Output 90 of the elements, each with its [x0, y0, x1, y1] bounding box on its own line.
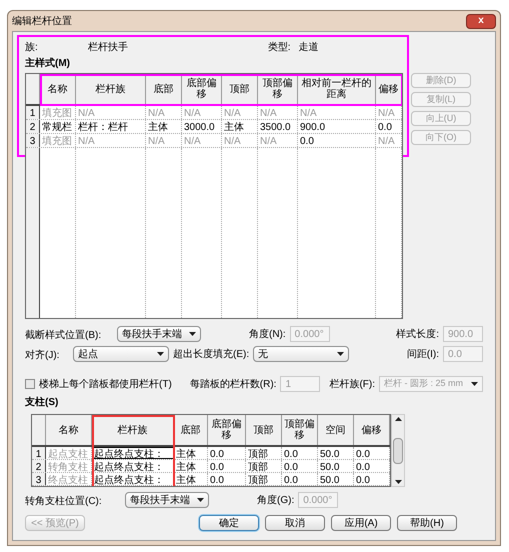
table-cell[interactable]: 起点终点支柱：	[92, 447, 174, 459]
table-cell[interactable]: 50.0	[318, 460, 354, 472]
scrollbar[interactable]	[391, 414, 405, 487]
column-header[interactable]: 相对前一栏杆的距离	[298, 74, 376, 104]
checkbox-label[interactable]: 楼梯上每个踏板都使用栏杆(T)	[39, 376, 172, 392]
type-value: 走道	[298, 40, 319, 54]
table-cell[interactable]: 主体	[146, 120, 182, 133]
row-number: 2	[32, 460, 46, 472]
column-header[interactable]: 偏移	[376, 74, 402, 104]
field-label: 样式长度:	[396, 328, 439, 342]
corner-header-cell	[26, 74, 40, 104]
table-cell[interactable]: 50.0	[318, 447, 354, 459]
row-number: 3	[26, 134, 40, 147]
family-value: 栏杆扶手	[88, 40, 129, 54]
table-cell[interactable]: 900.0	[298, 120, 376, 133]
table-cell[interactable]: 常规栏	[40, 120, 76, 133]
column-header[interactable]: 底部偏移	[182, 74, 222, 104]
table-cell[interactable]: 50.0	[318, 473, 354, 485]
table-cell[interactable]: 主体	[174, 460, 208, 472]
window-title: 编辑栏杆位置	[12, 14, 72, 28]
dialog-button[interactable]: 确定	[199, 515, 259, 531]
column-header[interactable]: 偏移	[354, 415, 390, 445]
table-cell[interactable]: 起点终点支柱：	[92, 460, 174, 472]
table-cell[interactable]: 顶部	[246, 460, 282, 472]
field-label: 对齐(J):	[25, 350, 60, 361]
table-cell[interactable]: 3500.0	[258, 120, 298, 133]
table-cell[interactable]: 0.0	[354, 447, 390, 459]
dialog-button[interactable]: 帮助(H)	[397, 515, 457, 531]
checkbox[interactable]	[25, 379, 35, 389]
row-number: 3	[32, 473, 46, 485]
dialog-button[interactable]: 取消	[265, 515, 325, 531]
table-cell[interactable]: 0.0	[354, 473, 390, 485]
scroll-thumb[interactable]	[393, 438, 403, 464]
dropdown[interactable]: 起点	[73, 346, 169, 362]
table-cell[interactable]: 0.0	[282, 460, 318, 472]
table-cell[interactable]: 顶部	[246, 447, 282, 459]
column-header[interactable]: 名称	[46, 415, 92, 445]
row-number: 1	[26, 106, 40, 119]
table-cell[interactable]: 0.0	[282, 473, 318, 485]
field-label: 每踏板的栏杆数(R):	[190, 378, 276, 392]
column-header[interactable]: 底部偏移	[208, 415, 246, 445]
table-cell[interactable]: 3000.0	[182, 120, 222, 133]
field-label: 角度(G):	[257, 494, 294, 508]
column-header[interactable]: 栏杆族	[92, 415, 174, 445]
table-cell[interactable]: 0.0	[298, 134, 376, 147]
field-label: 截断样式位置(B):	[25, 330, 102, 341]
field-label: 栏杆族(F):	[329, 378, 375, 392]
table-cell[interactable]: 主体	[174, 447, 208, 459]
dropdown[interactable]: 无	[253, 346, 350, 362]
caret-icon	[157, 352, 164, 356]
table-cell[interactable]: 0.0	[208, 447, 246, 459]
column-header[interactable]: 底部	[146, 74, 182, 104]
table-cell[interactable]: 主体	[174, 473, 208, 485]
table-cell[interactable]: 0.0	[282, 447, 318, 459]
section-label: 支柱(S)	[25, 396, 60, 410]
caret-icon	[337, 352, 344, 356]
row-number: 1	[32, 447, 46, 459]
column-header[interactable]: 空间	[318, 415, 354, 445]
column-header[interactable]: 顶部	[222, 74, 258, 104]
table-cell[interactable]: 0.0	[208, 473, 246, 485]
dropdown[interactable]: 每段扶手末端	[117, 326, 201, 342]
table-cell[interactable]: 顶部	[246, 473, 282, 485]
table-cell[interactable]: 0.0	[354, 460, 390, 472]
field-label: 转角支柱位置(C):	[25, 496, 102, 507]
up-arrow-icon[interactable]	[394, 417, 402, 421]
table-cell[interactable]: 主体	[222, 120, 258, 133]
column-header[interactable]: 顶部偏移	[258, 74, 298, 104]
column-header[interactable]: 栏杆族	[76, 74, 146, 104]
field-label: 间距(I):	[406, 348, 439, 362]
caret-icon	[189, 332, 196, 336]
field-label: 类型:	[268, 40, 291, 54]
section-label: 主样式(M)	[25, 56, 71, 71]
down-arrow-icon[interactable]	[394, 480, 402, 484]
field-label: 族:	[25, 40, 38, 54]
table-cell[interactable]: 起点终点支柱：	[92, 473, 174, 485]
corner-header-cell	[32, 415, 46, 445]
caret-icon	[197, 498, 204, 502]
table-cell[interactable]: 0.0	[376, 120, 402, 133]
table-cell[interactable]: 0.0	[208, 460, 246, 472]
close-button[interactable]: x	[466, 14, 496, 28]
column-header[interactable]: 顶部偏移	[282, 415, 318, 445]
dialog-button[interactable]: 应用(A)	[331, 515, 391, 531]
field-label: 角度(N):	[249, 328, 286, 342]
caret-icon	[471, 382, 478, 386]
field-label: 超出长度填充(E):	[173, 348, 250, 362]
row-number: 2	[26, 120, 40, 133]
table-cell[interactable]: 栏杆：栏杆	[76, 120, 146, 133]
dropdown[interactable]: 每段扶手末端	[125, 492, 209, 508]
column-header[interactable]: 底部	[174, 415, 208, 445]
column-header[interactable]: 顶部	[246, 415, 282, 445]
